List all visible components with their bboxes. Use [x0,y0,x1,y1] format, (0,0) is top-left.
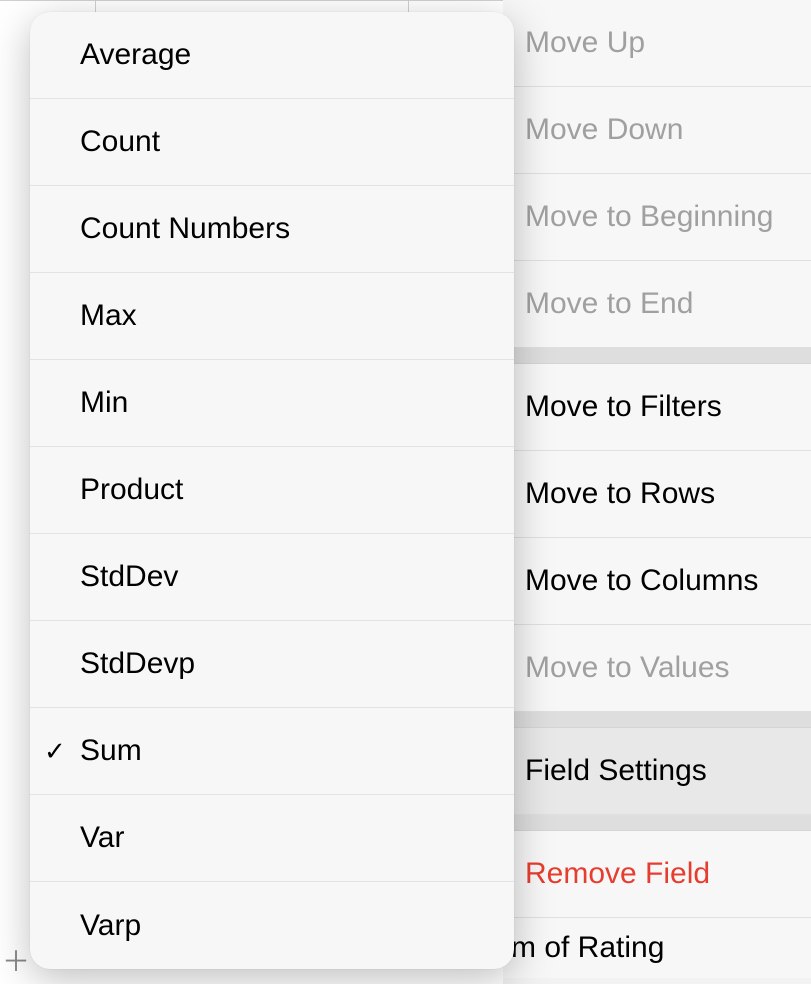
submenu-item-sum[interactable]: ✓ Sum [30,708,514,795]
menu-item-label: Move Up [525,26,645,60]
submenu-item-average[interactable]: Average [30,12,514,99]
menu-separator [503,815,811,831]
field-name-label: m of Rating [511,931,664,965]
checkmark-icon: ✓ [44,736,66,767]
menu-item-move-to-values: Move to Values [503,625,811,712]
menu-item-label: Field Settings [525,754,707,788]
submenu-item-label: StdDev [80,560,178,594]
menu-item-label: Move to Rows [525,477,715,511]
submenu-item-stddev[interactable]: StdDev [30,534,514,621]
add-sheet-icon[interactable]: ＋ [2,948,30,976]
menu-item-move-to-filters[interactable]: Move to Filters [503,364,811,451]
submenu-item-label: Average [80,38,191,72]
submenu-item-label: Var [80,821,124,855]
submenu-item-min[interactable]: Min [30,360,514,447]
menu-item-label: Move to Beginning [525,200,774,234]
submenu-item-label: StdDevp [80,647,195,681]
submenu-item-product[interactable]: Product [30,447,514,534]
menu-item-move-to-rows[interactable]: Move to Rows [503,451,811,538]
menu-item-field-settings[interactable]: Field Settings [503,728,811,815]
submenu-item-var[interactable]: Var [30,795,514,882]
menu-separator [503,348,811,364]
submenu-item-label: Varp [80,909,141,943]
submenu-item-label: Count Numbers [80,212,290,246]
menu-item-move-to-beginning: Move to Beginning [503,174,811,261]
menu-item-label: Move to Values [525,651,730,685]
submenu-item-label: Max [80,299,137,333]
menu-item-remove-field[interactable]: Remove Field [503,831,811,918]
menu-item-move-to-columns[interactable]: Move to Columns [503,538,811,625]
submenu-item-label: Sum [80,734,142,768]
submenu-item-count-numbers[interactable]: Count Numbers [30,186,514,273]
menu-item-move-up: Move Up [503,0,811,87]
submenu-item-count[interactable]: Count [30,99,514,186]
field-context-menu: Move Up Move Down Move to Beginning Move… [503,0,811,984]
submenu-item-label: Product [80,473,183,507]
submenu-item-label: Min [80,386,128,420]
summarize-by-submenu: Average Count Count Numbers Max Min Prod… [30,12,514,969]
field-name-footer: m of Rating [503,918,811,978]
submenu-item-varp[interactable]: Varp [30,882,514,969]
menu-separator [503,712,811,728]
menu-item-move-to-end: Move to End [503,261,811,348]
submenu-item-stddevp[interactable]: StdDevp [30,621,514,708]
menu-item-label: Move to Columns [525,564,758,598]
menu-item-label: Move Down [525,113,683,147]
submenu-item-max[interactable]: Max [30,273,514,360]
menu-item-label: Move to Filters [525,390,722,424]
menu-item-label: Move to End [525,287,693,321]
menu-item-move-down: Move Down [503,87,811,174]
menu-item-label: Remove Field [525,857,710,891]
submenu-item-label: Count [80,125,160,159]
